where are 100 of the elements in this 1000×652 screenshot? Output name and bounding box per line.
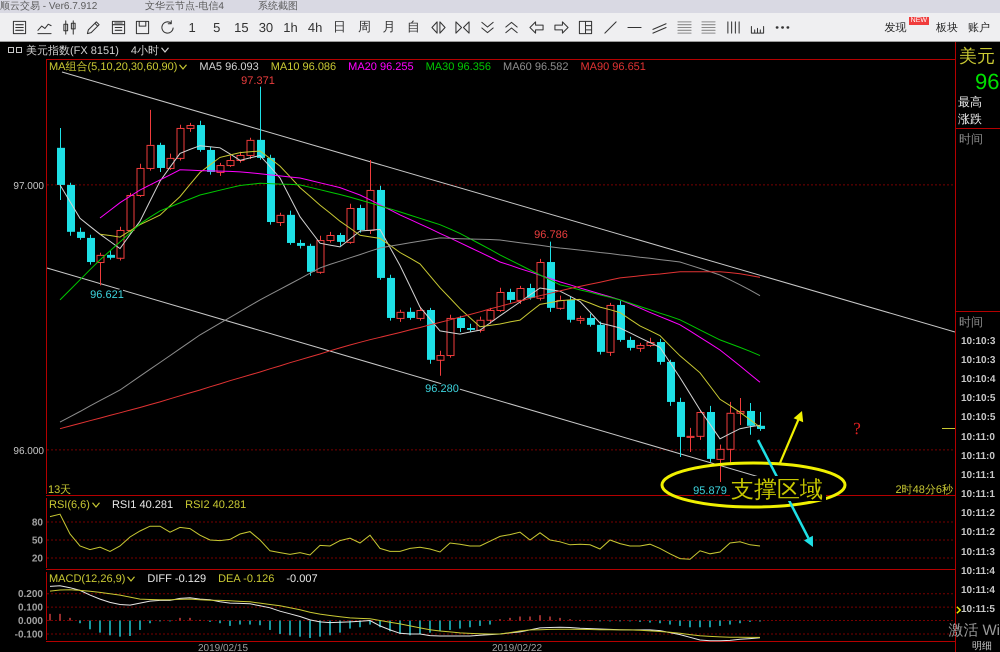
menu-button[interactable]: 板块 bbox=[931, 20, 963, 34]
indicator-title[interactable]: MA组合(5,10,20,30,60,90) bbox=[49, 61, 178, 73]
legend-value: RSI2 40.281 bbox=[185, 499, 246, 511]
price-label: 95.879 bbox=[693, 485, 727, 496]
list-icon[interactable] bbox=[12, 20, 28, 34]
legend-value: DIFF -0.129 bbox=[147, 573, 206, 585]
candlestick bbox=[567, 296, 575, 323]
legend-value: MA20 96.255 bbox=[348, 61, 414, 73]
candlestick bbox=[96, 252, 104, 286]
arrow-right-icon[interactable] bbox=[554, 20, 569, 34]
tick-row[interactable]: 10:11:0 bbox=[956, 447, 995, 466]
tick-row[interactable]: 10:10:4 bbox=[956, 370, 996, 390]
candlestick bbox=[107, 250, 115, 260]
legend-value: RSI1 40.281 bbox=[112, 499, 174, 511]
double-chevron-down-icon[interactable] bbox=[480, 20, 495, 34]
legend-value: MA30 96.356 bbox=[426, 61, 492, 73]
candlestick bbox=[657, 338, 665, 366]
column-header: 时间 bbox=[959, 132, 983, 146]
range-label: 13天 bbox=[48, 484, 72, 496]
chevron-down-icon[interactable] bbox=[179, 64, 188, 70]
candlestick bbox=[337, 232, 345, 246]
symbol-name: 美元 bbox=[959, 46, 995, 66]
tick-row[interactable]: 10:10:5 bbox=[956, 390, 996, 409]
double-chevron-up-icon[interactable] bbox=[504, 20, 520, 34]
price-label: 96.280 bbox=[425, 383, 459, 395]
collapse-horizontal-icon[interactable] bbox=[455, 20, 470, 34]
axis-label: 0.000 bbox=[18, 616, 43, 628]
menu-button[interactable]: 账户 bbox=[963, 20, 995, 34]
menu-item[interactable]: 系统截图 bbox=[258, 0, 298, 13]
up-arrow bbox=[778, 411, 804, 464]
column-header: 时间 bbox=[959, 315, 983, 329]
axis-label: -0.100 bbox=[14, 629, 43, 640]
window-icon[interactable] bbox=[110, 20, 126, 34]
candlestick bbox=[157, 142, 165, 172]
candlestick bbox=[686, 427, 694, 453]
double-square-icon[interactable] bbox=[8, 47, 22, 53]
detail-tab[interactable]: 明细 bbox=[972, 641, 992, 652]
period-button[interactable]: 日 bbox=[327, 13, 352, 41]
server-label: 文华云节点-电信4 bbox=[145, 0, 225, 13]
tick-row[interactable]: 10:10:5 bbox=[956, 408, 996, 428]
legend-value: MA60 96.582 bbox=[503, 61, 568, 73]
field-label: 涨跌 bbox=[957, 111, 983, 128]
save-icon[interactable] bbox=[135, 20, 150, 34]
chevron-down-icon[interactable] bbox=[161, 47, 170, 53]
tick-row[interactable]: 10:11:1 bbox=[956, 486, 995, 505]
question-mark: ? bbox=[853, 419, 861, 438]
app-title: 顺云交易 - Ver6.7.912 bbox=[0, 0, 98, 13]
field-label: 最高 bbox=[957, 94, 983, 111]
axis-label: 0.200 bbox=[18, 589, 43, 600]
layout-icon[interactable] bbox=[578, 20, 594, 34]
period-button[interactable]: 自 bbox=[401, 13, 426, 41]
price-marker bbox=[942, 428, 955, 429]
candlestick-icon[interactable] bbox=[62, 20, 77, 34]
period-dropdown[interactable]: 4小时 bbox=[130, 42, 160, 58]
legend-value: -0.007 bbox=[286, 573, 318, 585]
legend-value: MA10 96.086 bbox=[270, 61, 336, 73]
pencil-icon[interactable] bbox=[86, 20, 102, 34]
candlestick bbox=[736, 397, 744, 426]
tick-row[interactable]: 10:11:2 bbox=[956, 504, 995, 524]
chevron-down-icon[interactable] bbox=[92, 502, 100, 508]
vertical-lines-icon[interactable] bbox=[726, 20, 741, 34]
period-button[interactable]: 15 bbox=[229, 13, 254, 41]
tick-row[interactable]: 10:11:4 bbox=[956, 562, 995, 582]
tick-row[interactable]: 10:11:5 bbox=[956, 600, 995, 620]
period-button[interactable]: 4h bbox=[302, 13, 328, 41]
axis-label: 80 bbox=[32, 517, 43, 528]
chevron-down-icon[interactable] bbox=[127, 576, 136, 582]
period-button[interactable]: 1 bbox=[180, 13, 204, 41]
date-label: 2019/02/15 bbox=[198, 643, 248, 652]
axis-label: 96.000 bbox=[13, 446, 44, 457]
period-button[interactable]: 5 bbox=[204, 13, 230, 41]
candlestick bbox=[587, 313, 595, 328]
tick-row[interactable]: 10:11:0 bbox=[956, 428, 995, 448]
candlestick bbox=[716, 444, 724, 482]
chart-title[interactable]: MACD(12,26,9) bbox=[49, 573, 126, 585]
period-button[interactable]: 月 bbox=[376, 13, 402, 41]
candlestick bbox=[627, 336, 635, 352]
tick-row[interactable]: 10:10:3 bbox=[956, 351, 996, 370]
tick-row[interactable]: 10:11:3 bbox=[956, 543, 995, 562]
diagonal-line-icon[interactable] bbox=[602, 20, 618, 34]
legend-value: MA90 96.651 bbox=[580, 61, 646, 73]
text-block-icon[interactable] bbox=[701, 20, 716, 34]
period-button[interactable]: 周 bbox=[352, 13, 377, 41]
period-button[interactable]: 1h bbox=[278, 13, 303, 41]
tick-row[interactable]: 10:11:4 bbox=[956, 581, 995, 601]
refresh-icon[interactable] bbox=[160, 20, 176, 34]
axis-label: 50 bbox=[32, 536, 43, 546]
tick-row[interactable]: 10:11:1 bbox=[956, 466, 995, 486]
tick-row[interactable]: 10:10:3 bbox=[956, 332, 996, 352]
candlestick bbox=[507, 288, 515, 304]
chart-title[interactable]: RSI(6,6) bbox=[49, 499, 90, 511]
candlestick bbox=[77, 227, 85, 240]
axis-label: 20 bbox=[32, 554, 43, 564]
expand-horizontal-icon[interactable] bbox=[430, 20, 446, 34]
text-block-icon[interactable] bbox=[676, 20, 692, 34]
period-button[interactable]: 30 bbox=[254, 13, 278, 41]
date-label: 2019/02/22 bbox=[492, 643, 542, 652]
axis-label: 0.100 bbox=[18, 602, 43, 614]
arrow-left-icon[interactable] bbox=[528, 20, 544, 34]
tick-row[interactable]: 10:11:2 bbox=[956, 524, 995, 544]
